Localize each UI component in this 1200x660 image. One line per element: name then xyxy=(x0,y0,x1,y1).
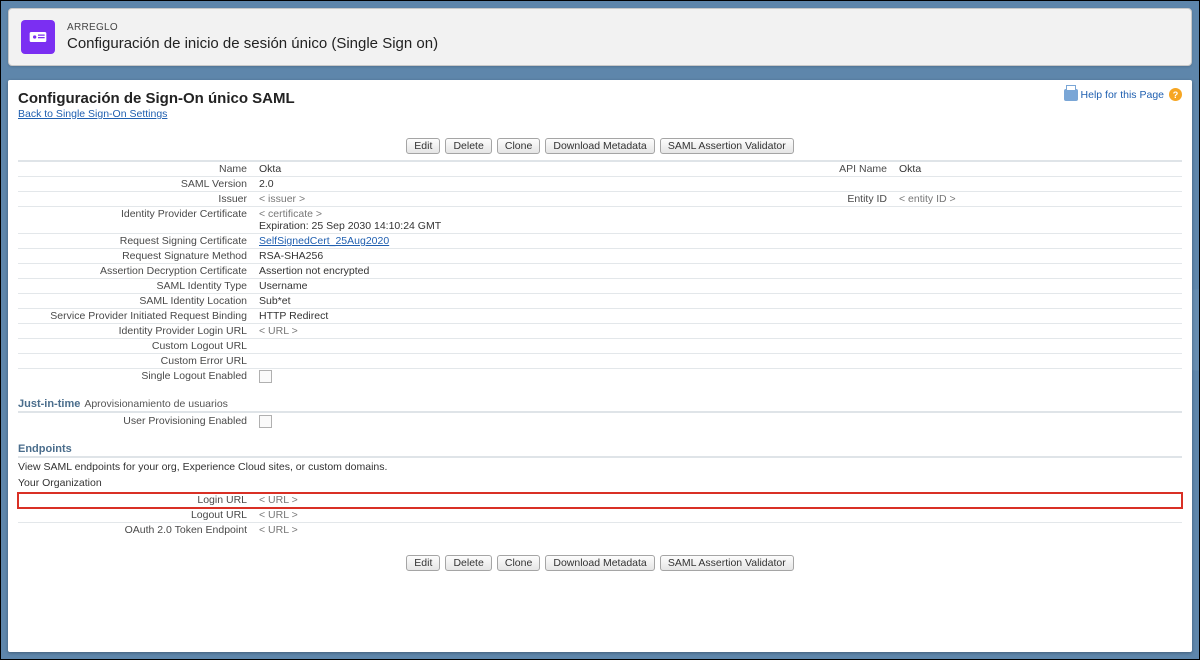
endpoints-header: Endpoints xyxy=(18,443,1182,458)
value-issuer: < issuer > xyxy=(259,193,305,205)
help-text: Help for this Page xyxy=(1081,89,1164,101)
label-custom-logout: Custom Logout URL xyxy=(18,339,255,354)
value-sp-binding: HTTP Redirect xyxy=(255,309,1182,324)
label-saml-id-type: SAML Identity Type xyxy=(18,279,255,294)
label-saml-version: SAML Version xyxy=(18,177,255,192)
jit-header: Just-in-timeAprovisionamiento de usuario… xyxy=(18,398,1182,413)
label-idp-login: Identity Provider Login URL xyxy=(18,324,255,339)
value-req-sign-cert[interactable]: SelfSignedCert_25Aug2020 xyxy=(259,235,389,247)
help-link[interactable]: Help for this Page ? xyxy=(1064,88,1182,101)
checkbox-user-prov[interactable] xyxy=(259,415,272,428)
delete-button-bottom[interactable]: Delete xyxy=(445,555,491,571)
download-metadata-button[interactable]: Download Metadata xyxy=(545,138,654,154)
value-saml-id-loc: Sub*et xyxy=(255,294,1182,309)
saml-validator-button-bottom[interactable]: SAML Assertion Validator xyxy=(660,555,794,571)
back-link[interactable]: Back to Single Sign-On Settings xyxy=(18,108,167,120)
label-idp-cert: Identity Provider Certificate xyxy=(18,207,255,234)
value-custom-error xyxy=(255,354,1182,369)
help-icon: ? xyxy=(1169,88,1182,101)
value-req-sig-method: RSA-SHA256 xyxy=(255,249,1182,264)
clone-button-bottom[interactable]: Clone xyxy=(497,555,540,571)
checkbox-slo[interactable] xyxy=(259,370,272,383)
label-oauth-endpoint: OAuth 2.0 Token Endpoint xyxy=(18,523,255,538)
sso-icon xyxy=(21,20,55,54)
header-title: Configuración de inicio de sesión único … xyxy=(67,34,438,54)
value-assert-decrypt: Assertion not encrypted xyxy=(255,264,1182,279)
label-req-sign-cert: Request Signing Certificate xyxy=(18,234,255,249)
delete-button[interactable]: Delete xyxy=(445,138,491,154)
value-idp-cert: < certificate > xyxy=(259,208,322,220)
label-custom-error: Custom Error URL xyxy=(18,354,255,369)
label-entity-id: Entity ID xyxy=(783,192,895,207)
endpoints-org: Your Organization xyxy=(18,477,1182,489)
value-idp-login: < URL > xyxy=(259,325,298,337)
label-logout-url: Logout URL xyxy=(18,508,255,523)
print-icon xyxy=(1064,89,1078,101)
value-idp-cert-exp: Expiration: 25 Sep 2030 14:10:24 GMT xyxy=(259,220,441,232)
label-api-name: API Name xyxy=(783,161,895,177)
detail-table: Name Okta API Name Okta SAML Version 2.0… xyxy=(18,160,1182,384)
edit-button-bottom[interactable]: Edit xyxy=(406,555,440,571)
label-login-url: Login URL xyxy=(18,493,255,508)
header-kicker: ARREGLO xyxy=(67,21,438,34)
download-metadata-button-bottom[interactable]: Download Metadata xyxy=(545,555,654,571)
page-body: Help for this Page ? Configuración de Si… xyxy=(8,80,1192,652)
label-user-prov: User Provisioning Enabled xyxy=(18,414,255,429)
button-row-bottom: Edit Delete Clone Download Metadata SAML… xyxy=(18,555,1182,571)
edit-button[interactable]: Edit xyxy=(406,138,440,154)
label-issuer: Issuer xyxy=(18,192,255,207)
value-name: Okta xyxy=(255,161,783,177)
value-saml-version: 2.0 xyxy=(255,177,1182,192)
label-saml-id-loc: SAML Identity Location xyxy=(18,294,255,309)
value-entity-id: < entity ID > xyxy=(899,193,956,205)
label-assert-decrypt: Assertion Decryption Certificate xyxy=(18,264,255,279)
value-login-url: < URL > xyxy=(259,494,298,506)
value-saml-id-type: Username xyxy=(255,279,1182,294)
button-row-top: Edit Delete Clone Download Metadata SAML… xyxy=(18,138,1182,154)
value-logout-url: < URL > xyxy=(259,509,298,521)
header-panel: ARREGLO Configuración de inicio de sesió… xyxy=(8,8,1192,66)
value-custom-logout xyxy=(255,339,1182,354)
value-api-name: Okta xyxy=(895,161,1182,177)
label-slo: Single Logout Enabled xyxy=(18,369,255,385)
value-oauth-endpoint: < URL > xyxy=(259,524,298,536)
endpoints-note: View SAML endpoints for your org, Experi… xyxy=(18,461,1182,473)
page-title: Configuración de Sign-On único SAML xyxy=(18,90,1182,107)
label-sp-binding: Service Provider Initiated Request Bindi… xyxy=(18,309,255,324)
saml-validator-button[interactable]: SAML Assertion Validator xyxy=(660,138,794,154)
clone-button[interactable]: Clone xyxy=(497,138,540,154)
label-req-sig-method: Request Signature Method xyxy=(18,249,255,264)
label-name: Name xyxy=(18,161,255,177)
